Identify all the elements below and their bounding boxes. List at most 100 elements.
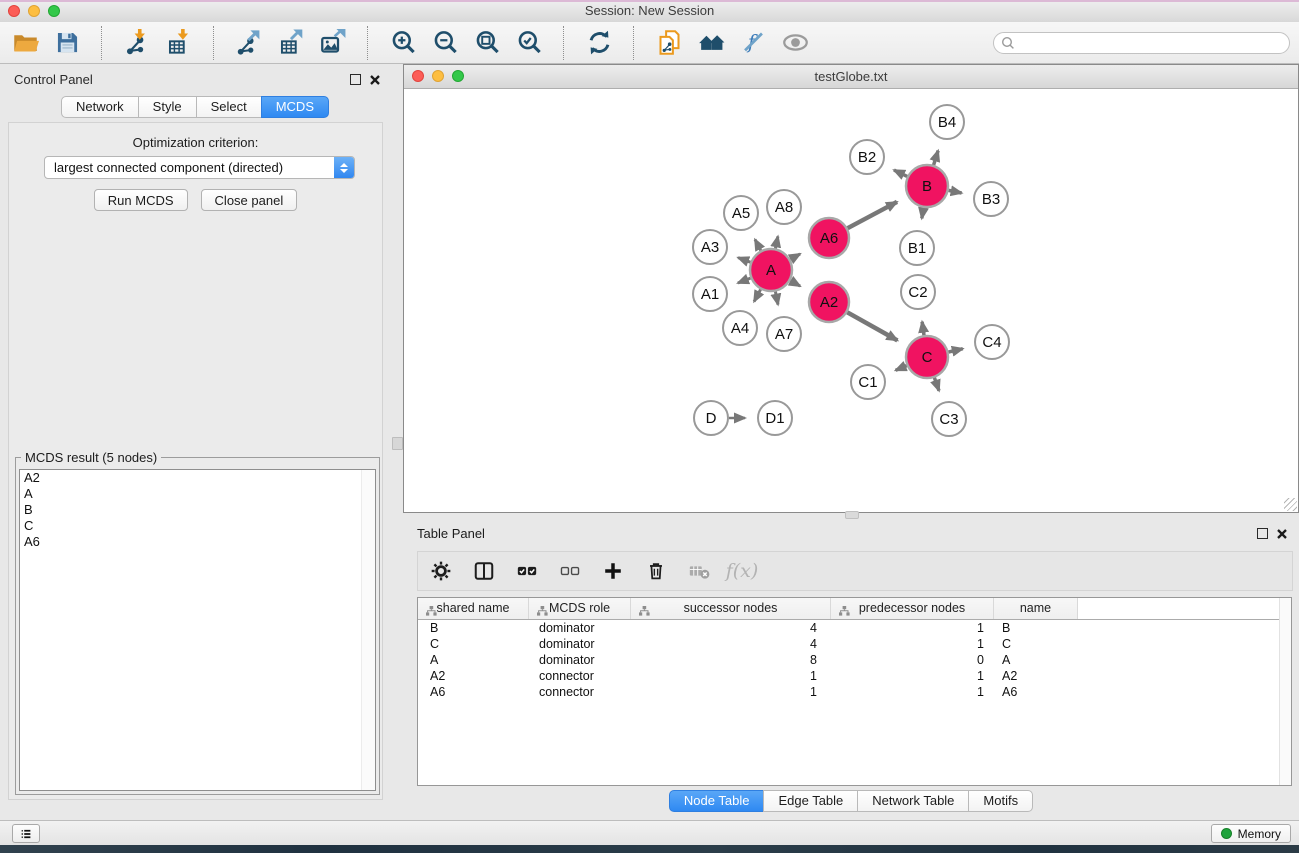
- mcds-result-item[interactable]: A6: [20, 534, 375, 550]
- create-column-button[interactable]: [600, 558, 626, 584]
- graph-edge-A-A8[interactable]: [775, 236, 778, 248]
- network-graph[interactable]: AA1A2A3A4A5A6A7A8BB1B2B3B4CC1C2C3C4DD1: [404, 89, 1298, 512]
- zoom-selected-button[interactable]: [512, 26, 546, 60]
- table-cell[interactable]: 0: [831, 652, 994, 668]
- zoom-fit-button[interactable]: [470, 26, 504, 60]
- table-cell[interactable]: 1: [631, 684, 831, 700]
- graph-node-A8[interactable]: A8: [767, 190, 801, 224]
- optimization-criterion-select[interactable]: largest connected component (directed): [44, 156, 355, 179]
- table-cell[interactable]: 1: [831, 684, 994, 700]
- graph-node-D[interactable]: D: [694, 401, 728, 435]
- mcds-result-item[interactable]: B: [20, 502, 375, 518]
- table-cell[interactable]: 8: [631, 652, 831, 668]
- table-cell[interactable]: C: [418, 636, 529, 652]
- column-header-predecessor-nodes[interactable]: predecessor nodes: [831, 598, 994, 619]
- table-cell[interactable]: 4: [631, 636, 831, 652]
- zoom-network-window-button[interactable]: [452, 70, 464, 82]
- table-cell[interactable]: connector: [529, 684, 631, 700]
- graph-edge-B-B4[interactable]: [934, 151, 939, 165]
- graph-edge-B-B2[interactable]: [894, 170, 907, 176]
- save-session-button[interactable]: [50, 26, 84, 60]
- graph-edge-C-C3[interactable]: [934, 378, 939, 391]
- table-cell[interactable]: A: [418, 652, 529, 668]
- table-options-button[interactable]: [428, 558, 454, 584]
- graph-node-A2[interactable]: A2: [809, 282, 849, 322]
- graph-edge-A6-B[interactable]: [848, 202, 897, 228]
- tab-network[interactable]: Network: [61, 96, 139, 118]
- table-tab-node-table[interactable]: Node Table: [669, 790, 765, 812]
- graph-edge-C-C4[interactable]: [948, 349, 962, 352]
- import-network-button[interactable]: [120, 26, 154, 60]
- vertical-splitter-handle[interactable]: [392, 437, 403, 450]
- tab-select[interactable]: Select: [196, 96, 262, 118]
- table-row[interactable]: Bdominator41B: [418, 620, 1291, 636]
- graph-node-A5[interactable]: A5: [724, 196, 758, 230]
- close-window-button[interactable]: [8, 5, 20, 17]
- graph-edge-A-A6[interactable]: [790, 254, 800, 260]
- close-panel-icon[interactable]: [369, 73, 381, 85]
- table-scrollbar[interactable]: [1279, 598, 1291, 785]
- graph-node-C4[interactable]: C4: [975, 325, 1009, 359]
- mcds-list-scrollbar[interactable]: [361, 470, 375, 790]
- graph-node-A3[interactable]: A3: [693, 230, 727, 264]
- column-header-MCDS-role[interactable]: MCDS role: [529, 598, 631, 619]
- graph-node-A4[interactable]: A4: [723, 311, 757, 345]
- tab-style[interactable]: Style: [138, 96, 197, 118]
- open-session-button[interactable]: [8, 26, 42, 60]
- graph-node-B4[interactable]: B4: [930, 105, 964, 139]
- column-header-successor-nodes[interactable]: successor nodes: [631, 598, 831, 619]
- function-builder-button[interactable]: f(x): [729, 558, 755, 584]
- show-graphics-details-button[interactable]: [778, 26, 812, 60]
- table-tab-motifs[interactable]: Motifs: [968, 790, 1033, 812]
- zoom-out-button[interactable]: [428, 26, 462, 60]
- graph-node-C3[interactable]: C3: [932, 402, 966, 436]
- mcds-result-item[interactable]: C: [20, 518, 375, 534]
- graph-node-C[interactable]: C: [906, 336, 948, 378]
- column-header-name[interactable]: name: [994, 598, 1078, 619]
- horizontal-splitter-handle[interactable]: [845, 511, 859, 519]
- graph-edge-B-B3[interactable]: [949, 190, 962, 193]
- graph-edge-A-A1[interactable]: [738, 278, 751, 283]
- graph-edge-A2-C[interactable]: [847, 312, 897, 340]
- table-cell[interactable]: dominator: [529, 620, 631, 636]
- network-from-selection-button[interactable]: [652, 26, 686, 60]
- close-table-panel-icon[interactable]: [1276, 527, 1288, 539]
- table-row[interactable]: Adominator80A: [418, 652, 1291, 668]
- table-cell[interactable]: A6: [994, 684, 1078, 700]
- split-table-button[interactable]: [471, 558, 497, 584]
- zoom-window-button[interactable]: [48, 5, 60, 17]
- graph-edge-A-A7[interactable]: [775, 292, 778, 305]
- table-cell[interactable]: 4: [631, 620, 831, 636]
- memory-button[interactable]: Memory: [1211, 824, 1291, 843]
- table-cell[interactable]: C: [994, 636, 1078, 652]
- table-cell[interactable]: A: [994, 652, 1078, 668]
- run-mcds-button[interactable]: Run MCDS: [94, 189, 188, 211]
- mcds-result-item[interactable]: A2: [20, 470, 375, 486]
- table-tab-edge-table[interactable]: Edge Table: [763, 790, 858, 812]
- column-header-shared-name[interactable]: shared name: [418, 598, 529, 619]
- graph-node-A7[interactable]: A7: [767, 317, 801, 351]
- graph-node-D1[interactable]: D1: [758, 401, 792, 435]
- float-table-panel-icon[interactable]: [1257, 528, 1268, 539]
- import-table-button[interactable]: [162, 26, 196, 60]
- graph-edge-A-A5[interactable]: [755, 240, 761, 251]
- delete-table-button[interactable]: [686, 558, 712, 584]
- graph-node-B2[interactable]: B2: [850, 140, 884, 174]
- graph-node-A[interactable]: A: [750, 249, 792, 291]
- minimize-window-button[interactable]: [28, 5, 40, 17]
- tab-mcds[interactable]: MCDS: [261, 96, 329, 118]
- table-cell[interactable]: B: [418, 620, 529, 636]
- minimize-network-window-button[interactable]: [432, 70, 444, 82]
- graph-node-B[interactable]: B: [906, 165, 948, 207]
- table-row[interactable]: Cdominator41C: [418, 636, 1291, 652]
- hide-annotations-button[interactable]: f: [736, 26, 770, 60]
- table-cell[interactable]: dominator: [529, 636, 631, 652]
- table-cell[interactable]: 1: [831, 620, 994, 636]
- refresh-view-button[interactable]: [582, 26, 616, 60]
- graph-edge-C-C2[interactable]: [922, 322, 924, 336]
- table-cell[interactable]: A2: [418, 668, 529, 684]
- graph-node-B3[interactable]: B3: [974, 182, 1008, 216]
- resize-grip-icon[interactable]: [1284, 498, 1297, 511]
- graph-node-B1[interactable]: B1: [900, 231, 934, 265]
- deselect-all-button[interactable]: [557, 558, 583, 584]
